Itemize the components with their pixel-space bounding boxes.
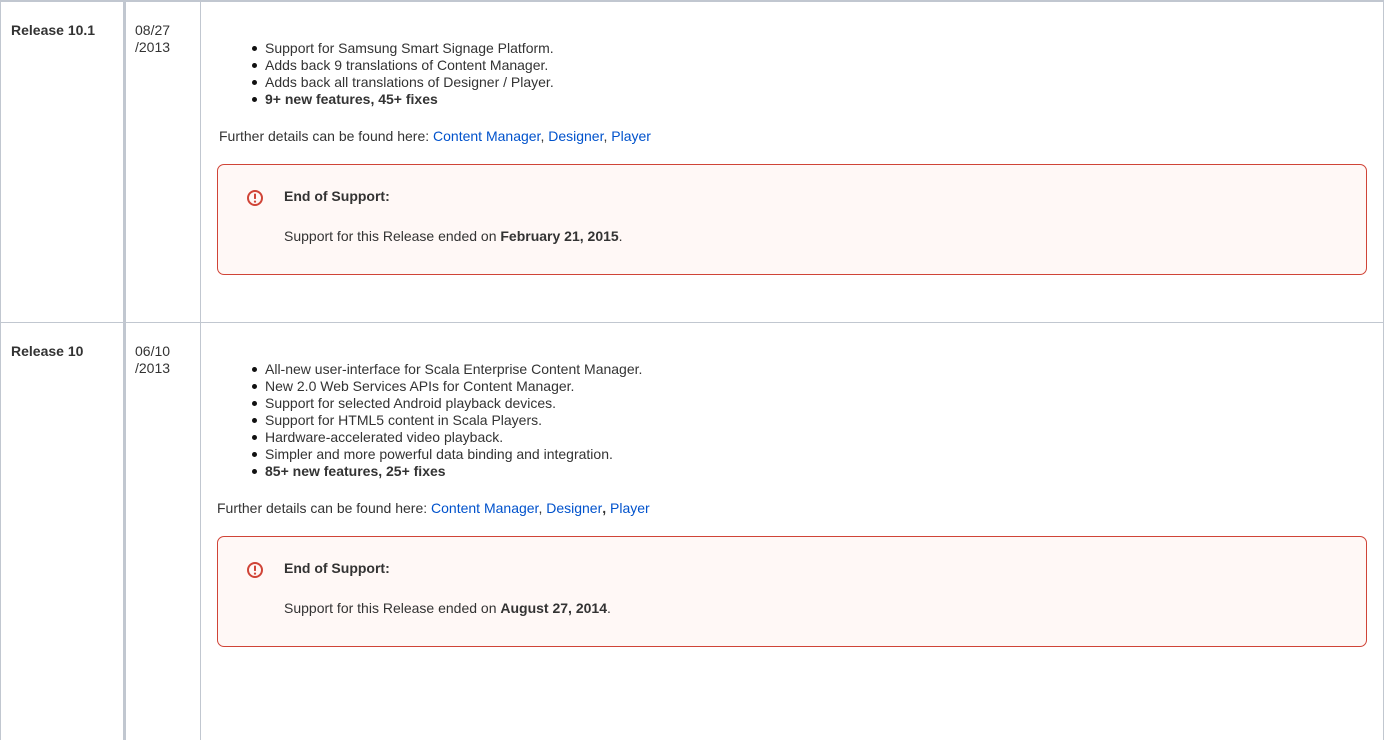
feature-list: Support for Samsung Smart Signage Platfo…	[217, 40, 1367, 108]
player-link[interactable]: Player	[611, 128, 651, 144]
feature-item: Adds back all translations of Designer /…	[252, 74, 1367, 91]
release-date: 06/10 /2013	[135, 342, 171, 376]
feature-item-summary: 85+ new features, 25+ fixes	[252, 463, 1367, 480]
details-prefix: Further details can be found here:	[217, 499, 432, 516]
exclamation-circle-icon	[247, 561, 263, 578]
release-row: Release 10 06/10 /2013 All-new user-inte…	[0, 321, 1384, 740]
release-content: Support for Samsung Smart Signage Platfo…	[201, 2, 1383, 275]
feature-item: Adds back 9 translations of Content Mana…	[252, 57, 1367, 74]
feature-item: Support for selected Android playback de…	[252, 395, 1367, 412]
panel-body-text: Support for this Release ended on	[284, 228, 501, 244]
feature-item: Hardware-accelerated video playback.	[252, 429, 1367, 446]
panel-body-suffix: .	[618, 228, 623, 244]
end-of-support-panel: End of Support: Support for this Release…	[217, 535, 1367, 647]
release-name: Release 10.1	[11, 22, 96, 38]
release-name-cell: Release 10	[0, 321, 126, 740]
panel-body: Support for this Release ended on Februa…	[284, 227, 623, 245]
panel-title: End of Support:	[284, 188, 390, 204]
release-row: Release 10.1 08/27 /2013 Support for Sam…	[0, 0, 1384, 323]
end-of-support-date: August 27, 2014	[500, 599, 607, 616]
feature-item: Support for Samsung Smart Signage Platfo…	[252, 40, 1367, 57]
panel-title: End of Support:	[284, 559, 390, 576]
feature-item: All-new user-interface for Scala Enterpr…	[252, 361, 1367, 378]
designer-link[interactable]: Designer	[548, 128, 603, 144]
content-manager-link[interactable]: Content Manager	[431, 500, 538, 516]
release-date: 08/27 /2013	[135, 22, 171, 55]
content-manager-link[interactable]: Content Manager	[433, 128, 540, 144]
end-of-support-panel: End of Support: Support for this Release…	[217, 164, 1367, 275]
panel-body-suffix: .	[606, 599, 611, 616]
end-of-support-date: February 21, 2015	[500, 228, 619, 244]
panel-body: Support for this Release ended on August…	[284, 599, 611, 617]
release-date-cell: 06/10 /2013	[124, 321, 201, 740]
feature-item-summary: 9+ new features, 45+ fixes	[252, 91, 1367, 108]
details-line: Further details can be found here: Conte…	[217, 127, 1367, 145]
link-separator: ,	[602, 499, 611, 516]
release-name-cell: Release 10.1	[0, 0, 126, 323]
details-line: Further details can be found here: Conte…	[217, 499, 1367, 517]
designer-link[interactable]: Designer	[546, 500, 602, 516]
release-content-cell: All-new user-interface for Scala Enterpr…	[200, 321, 1384, 740]
release-date-cell: 08/27 /2013	[124, 0, 201, 323]
exclamation-circle-icon	[247, 190, 263, 206]
details-prefix: Further details can be found here:	[219, 128, 434, 144]
release-content-cell: Support for Samsung Smart Signage Platfo…	[200, 0, 1384, 323]
player-link[interactable]: Player	[610, 500, 650, 516]
release-table: Release 10.1 08/27 /2013 Support for Sam…	[0, 0, 1384, 740]
feature-item: New 2.0 Web Services APIs for Content Ma…	[252, 378, 1367, 395]
release-notes-page: Release 10.1 08/27 /2013 Support for Sam…	[0, 0, 1384, 740]
feature-item: Support for HTML5 content in Scala Playe…	[252, 412, 1367, 429]
release-name: Release 10	[11, 342, 84, 359]
panel-body-text: Support for this Release ended on	[284, 599, 501, 616]
release-content: All-new user-interface for Scala Enterpr…	[201, 323, 1383, 647]
feature-list: All-new user-interface for Scala Enterpr…	[217, 361, 1367, 480]
feature-item: Simpler and more powerful data binding a…	[252, 446, 1367, 463]
